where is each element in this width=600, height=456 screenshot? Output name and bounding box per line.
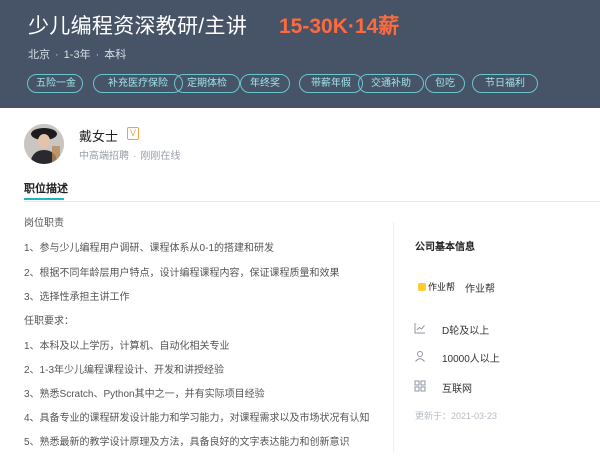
description-line: 5、熟悉最新的教学设计原理及方法，具备良好的文字表达能力和创新意识 [24, 437, 350, 448]
avatar-photo [24, 124, 64, 164]
job-header-banner: 少儿编程资深教研/主讲 15-30K·14薪 北京 · 1-3年 · 本科 五险一金 补… [0, 0, 600, 108]
salary: 15-30K·14薪 [279, 15, 400, 38]
description-line: 3、熟悉Scratch、Python其中之一，并有实际项目经验 [24, 389, 265, 400]
job-title: 少儿编程资深教研/主讲 [28, 15, 248, 38]
description-line: 岗位职责 [24, 218, 64, 229]
recruiter-name: 戴女士 [79, 129, 119, 144]
recruiter-avatar[interactable] [24, 124, 64, 164]
description-line: 1、参与少儿编程用户调研、课程体系从0-1的搭建和研发 [24, 243, 275, 254]
company-logo-text: 作业帮 [428, 282, 456, 292]
description-line: 1、本科及以上学历，计算机、自动化相关专业 [24, 341, 230, 352]
benefit-tag: 节日福利 [472, 74, 538, 93]
verified-icon: V [127, 127, 139, 140]
benefit-tag: 包吃 [425, 74, 465, 93]
benefit-tag: 带薪年假 [299, 74, 363, 93]
company-industry: 互联网 [442, 384, 472, 395]
company-info-title: 公司基本信息 [415, 242, 475, 253]
description-line: 任职要求： [24, 316, 74, 327]
meta-separator: · [133, 151, 137, 162]
meta-separator: · [55, 49, 59, 61]
recruiter-role: 中高端招聘 [79, 151, 129, 162]
updated-date: 更新于：2021-03-23 [415, 411, 498, 421]
job-city: 北京 [28, 49, 50, 61]
benefit-tag: 补充医疗保险 [93, 74, 183, 93]
company-size-row: 10000人以上 [414, 350, 594, 365]
job-experience: 1-3年 [63, 49, 91, 61]
benefit-tag: 年终奖 [240, 74, 290, 93]
description-line: 2、1-3年少儿编程课程设计、开发和讲授经验 [24, 365, 225, 376]
recruiter-status: 刚刚在线 [140, 151, 181, 162]
job-meta: 北京 · 1-3年 · 本科 [28, 46, 126, 62]
company-name[interactable]: 作业帮 [465, 280, 495, 295]
description-line: 3、选择性承担主讲工作 [24, 292, 130, 303]
company-funding: D轮及以上 [442, 326, 490, 337]
benefit-tag: 五险一金 [27, 74, 83, 93]
job-education: 本科 [104, 49, 127, 61]
section-divider [24, 201, 600, 202]
section-title: 职位描述 [24, 183, 68, 195]
company-size: 10000人以上 [442, 354, 500, 365]
company-funding-row: D轮及以上 [414, 322, 594, 337]
benefit-tags: 五险一金 补充医疗保险 定期体检 年终奖 带薪年假 交通补助 包吃 节日福利 [27, 74, 597, 94]
description-line: 4、具备专业的课程研发设计能力和学习能力，对课程需求以及市场状况有认知 [24, 413, 370, 424]
grid-icon [414, 380, 426, 392]
sidebar-divider [393, 222, 394, 452]
company-logo[interactable]: 作业帮 [418, 280, 455, 293]
description-line: 2、根据不同年龄层用户特点，设计编程课程内容，保证课程质量和效果 [24, 268, 340, 279]
benefit-tag: 定期体检 [174, 74, 240, 93]
trend-icon [414, 323, 425, 334]
section-underline [24, 198, 64, 200]
people-icon [415, 351, 425, 362]
benefit-tag: 交通补助 [358, 74, 424, 93]
recruiter-meta: 中高端招聘 · 刚刚在线 [79, 147, 180, 162]
company-logo-icon [418, 283, 426, 291]
meta-separator: · [95, 49, 100, 61]
company-industry-row: 互联网 [414, 380, 594, 395]
